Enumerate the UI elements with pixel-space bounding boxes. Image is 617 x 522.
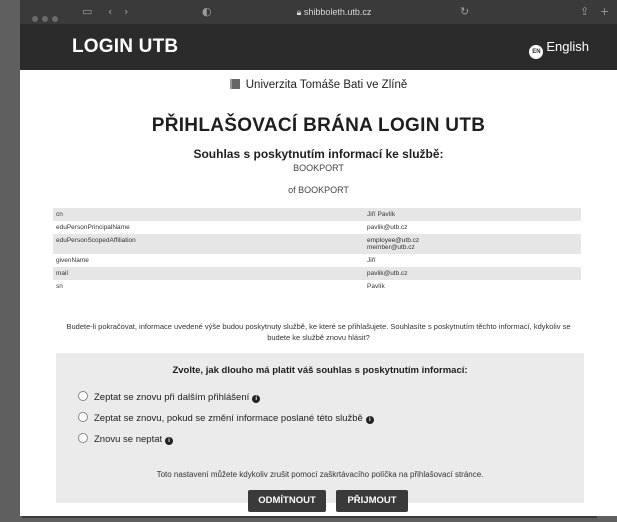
- service-name: BOOKPORT: [293, 163, 344, 173]
- radio-button[interactable]: [78, 412, 88, 422]
- table-row: eduPersonPrincipalName pavlik@utb.cz: [53, 221, 581, 234]
- close-window-icon[interactable]: [32, 16, 38, 22]
- accept-button[interactable]: PŘIJMOUT: [336, 490, 408, 512]
- attribute-table: cn Jiří Pavlík eduPersonPrincipalName pa…: [53, 208, 581, 293]
- address-bar-url: shibboleth.utb.cz: [303, 7, 372, 17]
- forward-arrow-icon[interactable]: ›: [124, 5, 128, 18]
- radio-button[interactable]: [78, 391, 88, 401]
- browser-window: ▭ ‹ › ◐ 🔒︎ shibboleth.utb.cz ↻ ⇪ + LOGIN…: [20, 0, 617, 522]
- info-icon[interactable]: i: [365, 416, 374, 424]
- option-label: Znovu se neptat: [94, 434, 163, 445]
- language-flag-icon: EN: [529, 45, 544, 59]
- service-description: of BOOKPORT: [288, 185, 349, 195]
- university-logo-icon: [229, 79, 240, 89]
- table-row: sn Pavlík: [53, 280, 581, 293]
- consent-heading: Souhlas s poskytnutím informací ke služb…: [193, 147, 444, 161]
- window-bottom-edge: [22, 516, 597, 518]
- consent-duration-panel: Zvolte, jak dlouho má platit váš souhlas…: [56, 353, 584, 512]
- attribute-value-line: employee@utb.cz: [367, 237, 420, 244]
- info-icon[interactable]: i: [252, 395, 261, 403]
- attribute-name: givenName: [56, 257, 89, 264]
- share-icon[interactable]: ⇪: [580, 5, 589, 18]
- site-header: LOGIN UTB EN English: [20, 24, 617, 70]
- attribute-name: eduPersonPrincipalName: [56, 224, 130, 231]
- table-row: givenName Jiří: [53, 254, 581, 267]
- table-row: cn Jiří Pavlík: [53, 208, 581, 221]
- lock-icon: 🔒︎: [296, 7, 304, 17]
- page-viewport: LOGIN UTB EN English Univerzita Tomáše Ba…: [20, 24, 617, 516]
- option-label: Zeptat se znovu, pokud se změní informac…: [94, 413, 363, 424]
- attribute-value: Pavlík: [367, 283, 385, 290]
- attribute-value: employee@utb.cz member@utb.cz: [364, 234, 581, 254]
- attribute-value: Jiří: [367, 257, 376, 264]
- attribute-value-line: member@utb.cz: [367, 244, 415, 251]
- university-name: Univerzita Tomáše Bati ve Zlíně: [245, 79, 408, 91]
- sidebar-toggle-icon[interactable]: ▭: [82, 5, 92, 18]
- attribute-value: Jiří Pavlík: [364, 208, 581, 221]
- back-arrow-icon[interactable]: ‹: [108, 5, 112, 18]
- attribute-name: sn: [56, 283, 63, 290]
- page-title: PŘIHLAŠOVACÍ BRÁNA LOGIN UTB: [151, 115, 486, 136]
- attribute-name: eduPersonScopedAffiliation: [53, 234, 364, 254]
- option-never-ask[interactable]: Znovu se neptat i: [78, 433, 174, 445]
- option-label: Zeptat se znovu při dalším přihlášení: [94, 392, 250, 403]
- language-switch[interactable]: EN English: [529, 39, 589, 59]
- language-label: English: [546, 39, 589, 54]
- option-ask-on-change[interactable]: Zeptat se znovu, pokud se změní informac…: [78, 412, 374, 424]
- info-icon[interactable]: i: [165, 437, 174, 445]
- attribute-value: pavlik@utb.cz: [364, 267, 581, 280]
- radio-button[interactable]: [78, 433, 88, 443]
- new-tab-icon[interactable]: +: [600, 5, 609, 18]
- university-logo: Univerzita Tomáše Bati ve Zlíně: [20, 79, 617, 91]
- reload-icon[interactable]: ↻: [460, 5, 469, 18]
- maximize-window-icon[interactable]: [52, 16, 58, 22]
- settings-hint: Toto nastavení můžete kdykoliv zrušit po…: [156, 470, 484, 479]
- minimize-window-icon[interactable]: [42, 16, 48, 22]
- site-brand[interactable]: LOGIN UTB: [72, 36, 178, 58]
- option-ask-next-login[interactable]: Zeptat se znovu při dalším přihlášení i: [78, 391, 261, 403]
- duration-question: Zvolte, jak dlouho má platit váš souhlas…: [172, 365, 468, 376]
- reject-button[interactable]: ODMÍTNOUT: [248, 490, 326, 512]
- attribute-value: pavlik@utb.cz: [367, 224, 408, 231]
- attribute-name: mail: [53, 267, 364, 280]
- browser-toolbar: ▭ ‹ › ◐ 🔒︎ shibboleth.utb.cz ↻ ⇪ +: [20, 0, 617, 24]
- attribute-name: cn: [53, 208, 364, 221]
- table-row: eduPersonScopedAffiliation employee@utb.…: [53, 234, 581, 254]
- table-row: mail pavlik@utb.cz: [53, 267, 581, 280]
- privacy-shield-icon[interactable]: ◐: [202, 5, 212, 18]
- address-bar[interactable]: 🔒︎ shibboleth.utb.cz: [264, 5, 404, 19]
- consent-notice: Budete-li pokračovat, informace uvedené …: [66, 322, 571, 342]
